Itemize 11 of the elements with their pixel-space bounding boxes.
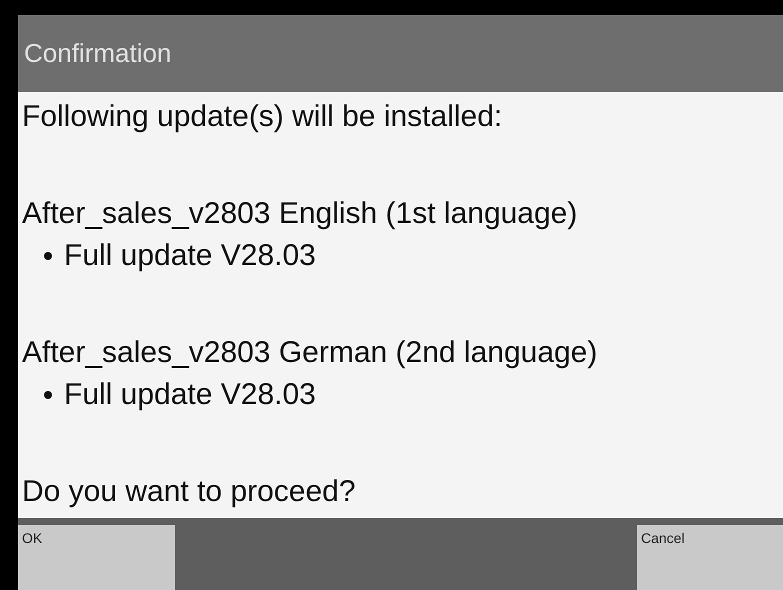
- ok-button[interactable]: OK: [18, 525, 175, 590]
- question-text: Do you want to proceed?: [22, 475, 356, 508]
- window-title: Confirmation: [24, 38, 172, 69]
- update-name: After_sales_v2803 German (2nd language): [22, 336, 598, 369]
- bullet-icon: [44, 391, 52, 399]
- update-name: After_sales_v2803 English (1st language): [22, 197, 578, 230]
- update-item: Full update V28.03: [64, 377, 316, 413]
- bullet-icon: [44, 252, 52, 260]
- intro-text: Following update(s) will be installed:: [22, 100, 502, 133]
- update-item: Full update V28.03: [64, 238, 316, 274]
- cancel-button[interactable]: Cancel: [637, 525, 783, 590]
